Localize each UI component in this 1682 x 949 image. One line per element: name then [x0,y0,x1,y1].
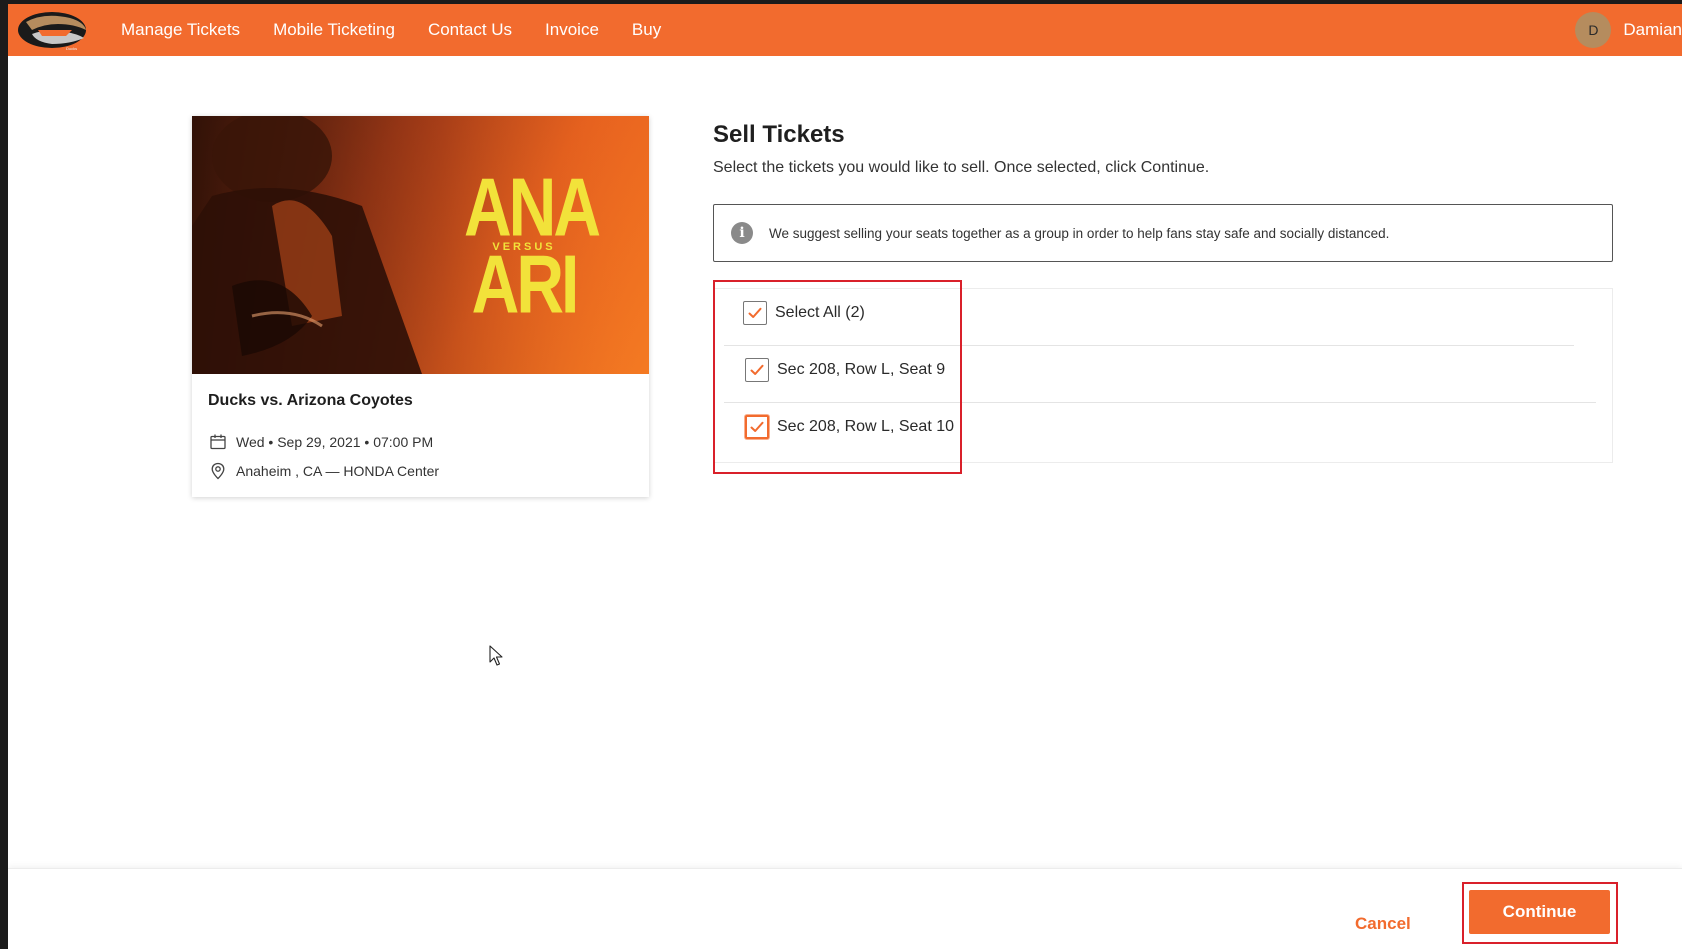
away-team-abbr: ARI [471,237,580,331]
ticket-row[interactable]: Sec 208, Row L, Seat 10 [745,415,954,439]
select-all-checkbox[interactable] [743,301,767,325]
matchup-graphic: ANA VERSUS ARI [464,165,601,325]
avatar: D [1575,12,1612,48]
page-title: Sell Tickets [713,121,845,148]
ticket-label: Sec 208, Row L, Seat 9 [777,361,946,378]
checkmark-icon [750,364,764,375]
event-location-row: Anaheim , CA — HONDA Center [208,461,439,481]
info-banner: i We suggest selling your seats together… [713,204,1613,262]
page-subtitle: Select the tickets you would like to sel… [713,159,1210,176]
event-date: Wed • Sep 29, 2021 • 07:00 PM [236,434,434,450]
checkmark-icon [748,307,762,318]
user-menu[interactable]: D Damian [1575,4,1682,56]
event-location: Anaheim , CA — HONDA Center [236,463,440,479]
info-icon: i [731,222,753,244]
ducks-logo[interactable]: Ducks [8,4,100,56]
event-card: ANA VERSUS ARI Ducks vs. Arizona Coyotes… [192,116,649,497]
select-all-label: Select All (2) [775,304,865,321]
calendar-icon [208,432,228,452]
info-text: We suggest selling your seats together a… [769,225,1390,241]
cancel-button[interactable]: Cancel [1355,914,1411,934]
ticket-row[interactable]: Sec 208, Row L, Seat 9 [745,358,945,382]
event-date-row: Wed • Sep 29, 2021 • 07:00 PM [208,432,433,452]
select-all-row[interactable]: Select All (2) [743,301,865,325]
continue-button[interactable]: Continue [1469,890,1610,934]
ticket-label: Sec 208, Row L, Seat 10 [777,418,954,435]
checkmark-icon [750,421,764,432]
nav-contact-us[interactable]: Contact Us [428,20,512,40]
divider [724,345,1574,346]
ticket-checkbox-seat-9[interactable] [745,358,769,382]
nav-manage-tickets[interactable]: Manage Tickets [121,20,240,40]
nav-invoice[interactable]: Invoice [545,20,599,40]
user-name: Damian [1623,20,1682,39]
top-navbar: Ducks Manage Tickets Mobile Ticketing Co… [8,4,1682,56]
mouse-cursor-icon [489,645,503,666]
event-title: Ducks vs. Arizona Coyotes [208,392,413,409]
event-image: ANA VERSUS ARI [192,116,649,374]
ticket-checkbox-seat-10[interactable] [745,415,769,439]
app-window: Ducks Manage Tickets Mobile Ticketing Co… [8,4,1682,949]
location-pin-icon [208,461,228,481]
home-team-abbr: ANA [464,160,601,254]
nav-mobile-ticketing[interactable]: Mobile Ticketing [273,20,395,40]
nav-buy[interactable]: Buy [632,20,661,40]
footer-bar [8,868,1682,949]
divider [724,402,1596,403]
ticket-list: Select All (2) Sec 208, Row L, Seat 9 Se… [713,288,1613,463]
svg-text:Ducks: Ducks [66,46,77,51]
nav-links: Manage Tickets Mobile Ticketing Contact … [121,20,694,40]
